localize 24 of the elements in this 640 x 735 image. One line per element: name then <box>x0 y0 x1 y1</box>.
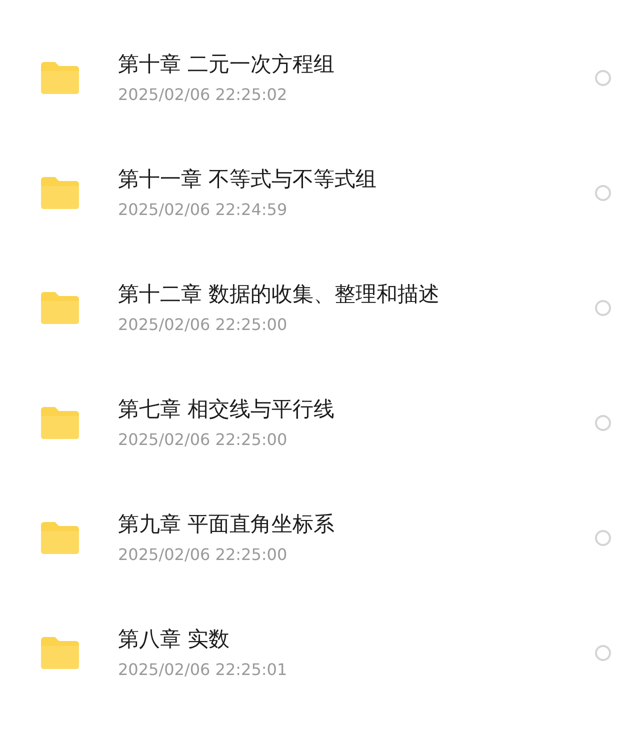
folder-name: 第十二章 数据的收集、整理和描述 <box>118 280 441 308</box>
folder-name: 第七章 相交线与平行线 <box>118 396 336 422</box>
folder-icon <box>41 522 79 554</box>
folder-icon <box>41 406 79 438</box>
folder-icon <box>41 292 79 324</box>
modified-date: 2025/02/06 22:25:00 <box>118 544 288 566</box>
modified-date: 2025/02/06 22:25:00 <box>118 314 288 336</box>
folder-icon <box>41 176 79 208</box>
folder-name: 第八章 实数 <box>118 626 231 652</box>
select-radio[interactable] <box>595 70 611 86</box>
modified-date: 2025/02/06 22:25:00 <box>118 428 288 450</box>
folder-icon <box>41 636 79 668</box>
select-radio[interactable] <box>595 184 611 200</box>
folder-name: 第九章 平面直角坐标系 <box>118 510 336 538</box>
folder-name: 第十一章 不等式与不等式组 <box>118 166 378 192</box>
select-radio[interactable] <box>595 530 611 546</box>
select-radio[interactable] <box>595 414 611 430</box>
folder-name: 第十章 二元一次方程组 <box>118 50 336 78</box>
modified-date: 2025/02/06 22:25:01 <box>118 658 288 680</box>
select-radio[interactable] <box>595 644 611 660</box>
folder-icon <box>41 62 79 94</box>
modified-date: 2025/02/06 22:25:02 <box>118 84 288 106</box>
modified-date: 2025/02/06 22:24:59 <box>118 198 288 220</box>
select-radio[interactable] <box>595 300 611 316</box>
